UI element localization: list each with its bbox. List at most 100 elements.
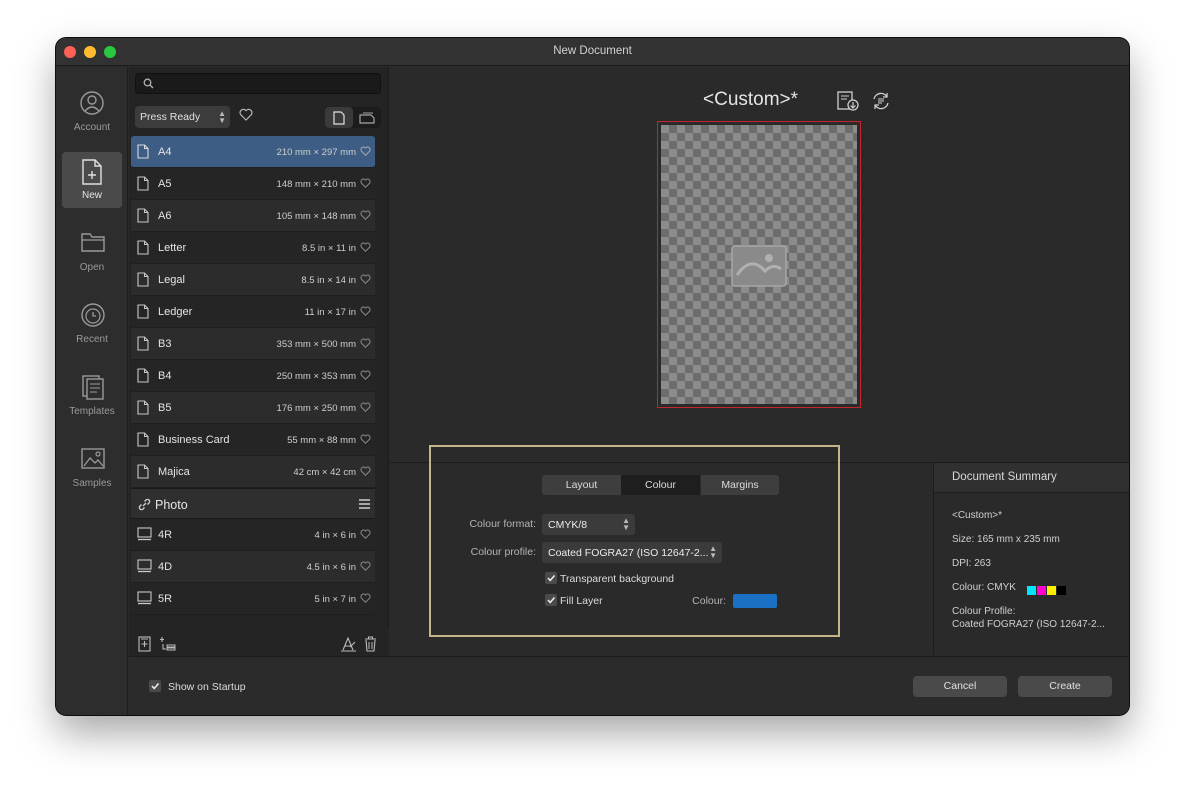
fill-layer-label: Fill Layer: [560, 595, 603, 607]
preset-name: Letter: [158, 242, 187, 254]
section-photo[interactable]: Photo: [131, 488, 375, 519]
document-preview: <Custom>*: [390, 67, 1129, 462]
list-item[interactable]: 5R 5 in × 7 in: [131, 583, 375, 615]
search-icon: [143, 78, 154, 89]
heart-icon[interactable]: [360, 593, 371, 603]
preset-category-value: Press Ready: [140, 111, 201, 123]
colour-profile-value: Coated FOGRA27 (ISO 12647-2...: [548, 547, 709, 559]
orientation-toggle: [325, 107, 381, 128]
list-item[interactable]: Letter 8.5 in × 11 in: [131, 232, 375, 264]
heart-icon[interactable]: [360, 561, 371, 571]
preset-size: 55 mm × 88 mm: [287, 435, 356, 446]
create-button[interactable]: Create: [1018, 676, 1112, 697]
colour-format-select[interactable]: CMYK/8 ▲ ▼: [542, 514, 635, 535]
cancel-button[interactable]: Cancel: [913, 676, 1007, 697]
fill-colour-swatch[interactable]: [733, 594, 777, 608]
heart-icon[interactable]: [360, 370, 371, 380]
link-icon: [138, 498, 151, 511]
list-item[interactable]: 4R 4 in × 6 in: [131, 519, 375, 551]
save-preset-icon[interactable]: [837, 91, 859, 111]
folder-icon: [81, 233, 105, 252]
list-item[interactable]: B3 353 mm × 500 mm: [131, 328, 375, 360]
document-icon: [137, 144, 149, 159]
preset-list-panel: Press Ready ▲ ▼ A4 210 mm × 297 mm A5 148…: [129, 67, 454, 656]
list-item[interactable]: Majica 42 cm × 42 cm: [131, 456, 375, 488]
tab-layout[interactable]: Layout: [542, 475, 621, 495]
preset-list: A4 210 mm × 297 mm A5 148 mm × 210 mm A6…: [131, 136, 375, 615]
heart-icon[interactable]: [360, 242, 371, 252]
preset-size: 5 in × 7 in: [314, 594, 356, 605]
colour-format-label: Colour format:: [469, 518, 536, 530]
menu-icon[interactable]: [359, 499, 370, 509]
list-item[interactable]: B5 176 mm × 250 mm: [131, 392, 375, 424]
list-item[interactable]: Legal 8.5 in × 14 in: [131, 264, 375, 296]
favourites-heart-icon[interactable]: [239, 108, 253, 121]
preset-name: Majica: [158, 466, 190, 478]
show-on-startup-checkbox[interactable]: [149, 680, 161, 692]
sidebar-item-account[interactable]: Account: [62, 84, 122, 140]
colour-profile-label: Colour profile:: [470, 546, 536, 558]
preset-name: Legal: [158, 274, 185, 286]
heart-icon[interactable]: [360, 434, 371, 444]
document-icon: [137, 304, 149, 319]
heart-icon[interactable]: [360, 146, 371, 156]
preset-size: 210 mm × 297 mm: [276, 147, 356, 158]
trash-icon[interactable]: [364, 636, 377, 652]
colour-format-value: CMYK/8: [548, 519, 588, 531]
reset-preset-icon[interactable]: [870, 91, 892, 111]
heart-icon[interactable]: [360, 210, 371, 220]
select-arrows-icon: ▲ ▼: [218, 109, 226, 125]
list-item[interactable]: 4D 4.5 in × 6 in: [131, 551, 375, 583]
recent-clock-icon: [81, 303, 105, 327]
fill-colour-label: Colour:: [692, 595, 726, 607]
heart-icon[interactable]: [360, 402, 371, 412]
preset-size: 176 mm × 250 mm: [276, 403, 356, 414]
summary-heading: Document Summary: [934, 463, 1129, 493]
add-preset-icon[interactable]: [138, 636, 151, 652]
landscape-button[interactable]: [353, 107, 381, 128]
add-category-icon[interactable]: [160, 636, 176, 652]
sidebar-item-templates[interactable]: Templates: [62, 368, 122, 424]
document-icon: [137, 464, 149, 479]
sidebar-item-samples[interactable]: Samples: [62, 440, 122, 496]
colour-profile-select[interactable]: Coated FOGRA27 (ISO 12647-2... ▲ ▼: [542, 542, 722, 563]
cmyk-swatches: [1027, 582, 1067, 600]
tab-margins[interactable]: Margins: [700, 475, 779, 495]
preset-category-select[interactable]: Press Ready ▲ ▼: [135, 106, 230, 128]
photo-preset-icon: [137, 559, 152, 573]
document-icon: [137, 240, 149, 255]
preset-size: 4 in × 6 in: [314, 530, 356, 541]
preset-name: 4D: [158, 561, 173, 573]
portrait-button[interactable]: [325, 107, 353, 128]
list-item[interactable]: Ledger 11 in × 17 in: [131, 296, 375, 328]
sidebar-item-new[interactable]: New: [62, 152, 122, 208]
preset-name: B3: [158, 338, 172, 350]
title-bar: New Document: [56, 38, 1129, 66]
heart-icon[interactable]: [360, 466, 371, 476]
list-item[interactable]: A4 210 mm × 297 mm: [131, 136, 375, 168]
document-icon: [137, 400, 149, 415]
tab-colour[interactable]: Colour: [621, 475, 700, 495]
heart-icon[interactable]: [360, 274, 371, 284]
edit-preset-icon[interactable]: [341, 636, 356, 652]
summary-dpi: DPI: 263: [952, 558, 991, 569]
preset-list-footer: [129, 628, 389, 658]
highlight-box: [429, 445, 840, 637]
summary-size: Size: 165 mm x 235 mm: [952, 534, 1060, 545]
heart-icon[interactable]: [360, 178, 371, 188]
list-item[interactable]: Business Card 55 mm × 88 mm: [131, 424, 375, 456]
sidebar-item-open[interactable]: Open: [62, 224, 122, 280]
list-item[interactable]: A6 105 mm × 148 mm: [131, 200, 375, 232]
portrait-page-icon: [333, 111, 345, 125]
search-input[interactable]: [135, 73, 381, 94]
heart-icon[interactable]: [360, 306, 371, 316]
list-item[interactable]: B4 250 mm × 353 mm: [131, 360, 375, 392]
heart-icon[interactable]: [360, 529, 371, 539]
heart-icon[interactable]: [360, 338, 371, 348]
preset-name: Business Card: [158, 434, 230, 446]
transparent-background-checkbox[interactable]: [545, 572, 557, 584]
sidebar-item-recent[interactable]: Recent: [62, 296, 122, 352]
fill-layer-checkbox[interactable]: [545, 594, 557, 606]
list-item[interactable]: A5 148 mm × 210 mm: [131, 168, 375, 200]
show-on-startup-label: Show on Startup: [168, 681, 246, 693]
